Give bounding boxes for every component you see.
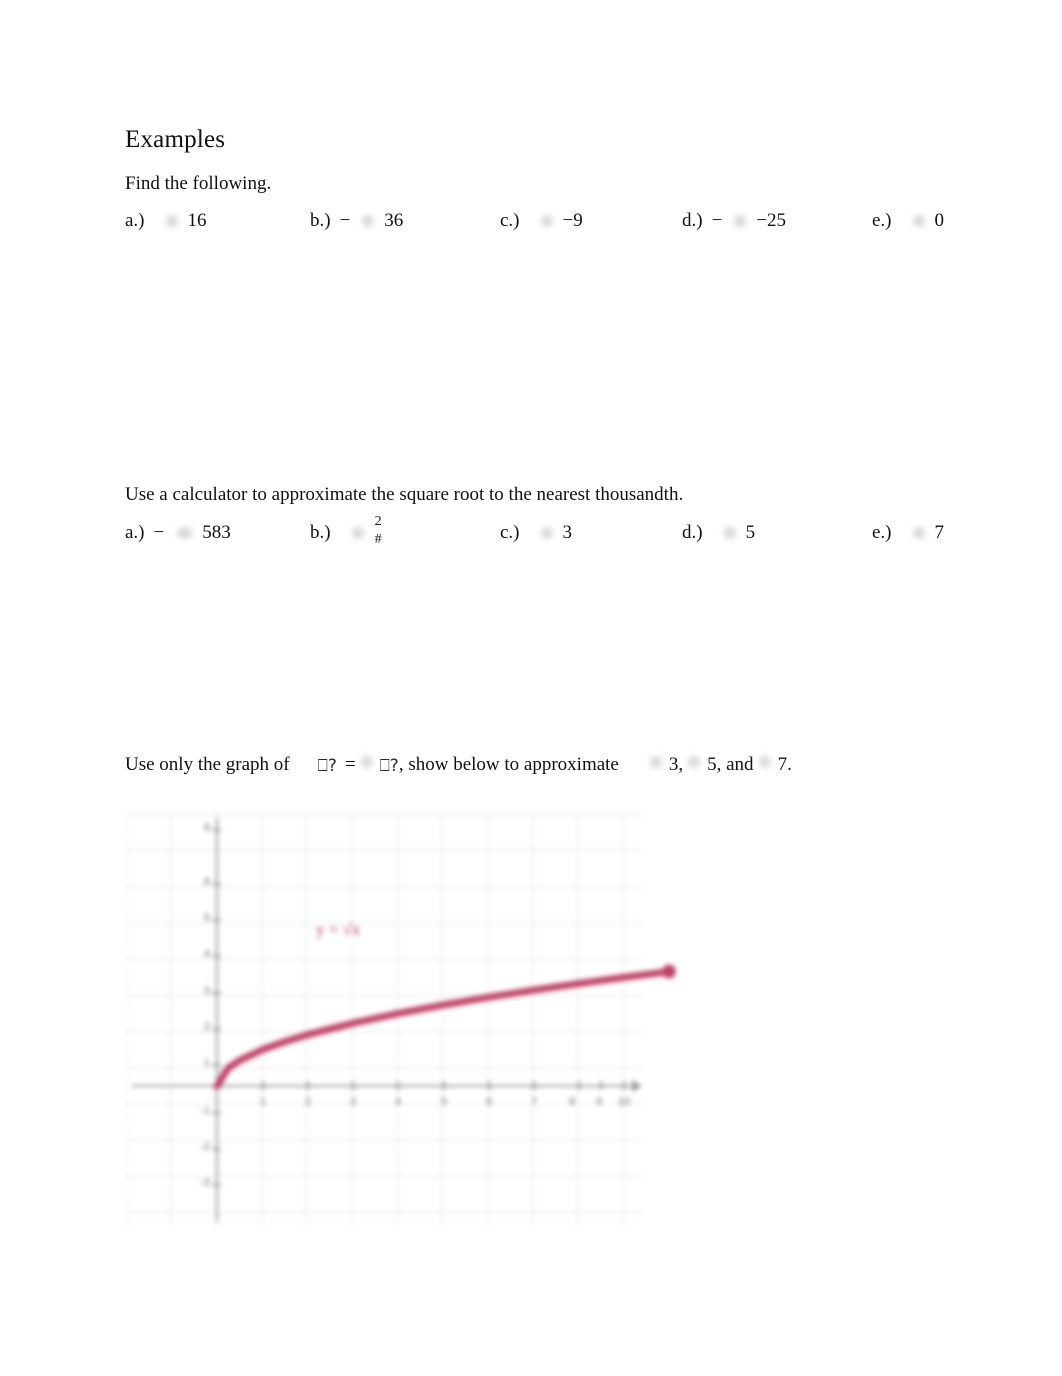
- page-title: Examples: [125, 126, 226, 153]
- equals-sign: =: [344, 754, 356, 775]
- exercise-item-1c: c.) −9: [500, 208, 583, 234]
- sqrt-function-graph: 1 2 3 4 5 6 7 8 9 10 8 6 5 4 3 2 1 -1 -2…: [126, 812, 676, 1228]
- section1-items: a.) 16 b.) − 36 c.) −9 d.) − −25 e.) 0: [125, 208, 985, 252]
- exercise-item-1d: d.) − −25: [682, 208, 786, 234]
- exercise-item-2d: d.) 5: [682, 520, 755, 546]
- item-label: b.): [310, 522, 331, 543]
- radicand-value: 5: [745, 522, 756, 543]
- radical-sign-icon: [645, 753, 669, 773]
- radical-sign-icon: [683, 753, 707, 773]
- exercise-item-1a: a.) 16: [125, 208, 207, 234]
- radical-sign-icon: [356, 208, 382, 234]
- radical-sign-icon: [160, 208, 186, 234]
- prompt-text-mid: , show below to approximate: [398, 754, 619, 775]
- exercise-item-2e: e.) 7: [872, 520, 944, 546]
- item-label: a.): [125, 522, 145, 543]
- item-label: c.): [500, 522, 520, 543]
- negation-sign: −: [153, 522, 165, 543]
- item-label: a.): [125, 210, 145, 231]
- item-label: d.): [682, 522, 703, 543]
- radical-sign-icon: [535, 520, 561, 546]
- fraction-numerator: 2: [374, 514, 382, 529]
- radical-sign-icon: [907, 208, 933, 234]
- exercise-item-2b: b.) 2 #: [310, 514, 382, 554]
- item-label: d.): [682, 210, 703, 231]
- radical-sign-icon: [718, 520, 744, 546]
- exercise-item-1e: e.) 0: [872, 208, 944, 234]
- fraction-denominator: #: [374, 532, 382, 547]
- prompt-text-start: Use only the graph of: [125, 754, 290, 775]
- radical-sign-icon: [170, 520, 200, 546]
- section3-prompt: Use only the graph of ⎕? = ⎕?, show below t…: [125, 752, 792, 778]
- item-label: b.): [310, 210, 331, 231]
- exercise-item-2c: c.) 3: [500, 520, 572, 546]
- radicand-value: −25: [756, 210, 787, 231]
- negation-sign: −: [339, 210, 351, 231]
- approx-value-2: 5, and: [707, 754, 754, 775]
- radical-sign-icon: [728, 208, 754, 234]
- radical-sign-icon: [907, 520, 933, 546]
- radicand-value: 16: [187, 210, 207, 231]
- section2-prompt: Use a calculator to approximate the squa…: [125, 484, 684, 505]
- fraction-radicand: 2 #: [375, 514, 382, 548]
- exercise-item-1b: b.) − 36: [310, 208, 403, 234]
- sqrt-curve: [213, 964, 676, 1090]
- document-page: Examples Find the following. a.) 16 b.) …: [0, 0, 1062, 1376]
- radical-sign-icon: [356, 753, 380, 773]
- missing-glyph-icon: ⎕?: [317, 756, 337, 776]
- radicand-value: 3: [562, 522, 573, 543]
- negation-sign: −: [711, 210, 723, 231]
- item-label: e.): [872, 210, 892, 231]
- radicand-value: 36: [384, 210, 404, 231]
- radicand-value: 583: [202, 522, 231, 543]
- section1-prompt: Find the following.: [125, 173, 272, 194]
- radical-sign-icon: [346, 520, 372, 546]
- section2-items: a.) − 583 b.) 2 # c.) 3 d.) 5 e.) 7: [125, 514, 985, 564]
- item-label: c.): [500, 210, 520, 231]
- radicand-value: 7: [934, 522, 945, 543]
- missing-glyph-icon: ⎕?: [379, 756, 399, 776]
- exercise-item-2a: a.) − 583: [125, 520, 231, 546]
- approx-value-1: 3,: [668, 754, 684, 775]
- radicand-value: −9: [562, 210, 583, 231]
- radicand-value: 0: [934, 210, 945, 231]
- approx-value-3: 7.: [777, 754, 792, 775]
- radical-sign-icon: [535, 208, 561, 234]
- radical-sign-icon: [754, 753, 778, 773]
- curve-equation-label: y = √x: [316, 920, 361, 939]
- item-label: e.): [872, 522, 892, 543]
